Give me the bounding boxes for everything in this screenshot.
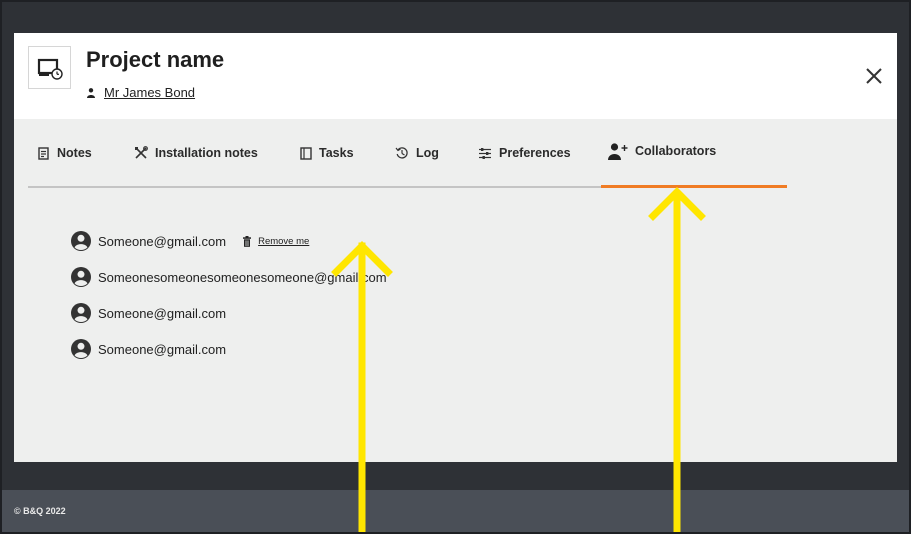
annotation-arrow-remove-me bbox=[331, 241, 393, 534]
annotation-arrow-overlay bbox=[331, 187, 706, 534]
annotation-arrow-collaborators-tab bbox=[648, 187, 706, 534]
